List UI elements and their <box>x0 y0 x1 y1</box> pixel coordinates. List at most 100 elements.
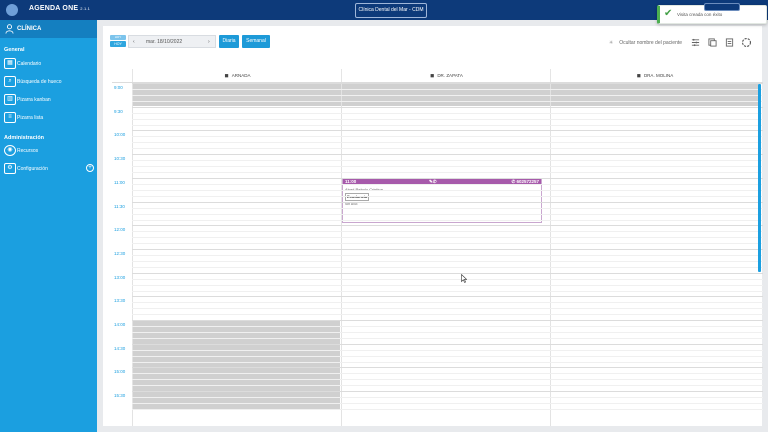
column-title: DRA. MOLINA <box>643 73 674 78</box>
column-title: ARNADA <box>231 73 251 78</box>
date-value: mar. 18/10/2022 <box>146 39 183 45</box>
sidebar-item-label: Pizarra lista <box>17 115 44 121</box>
date-picker[interactable]: ‹ mar. 18/10/2022 › <box>128 35 216 48</box>
refresh-icon[interactable] <box>741 37 752 48</box>
expand-icon[interactable]: + <box>86 164 94 172</box>
sidebar-item-pizarra-lista[interactable]: ≡ Pizarra lista <box>3 111 95 125</box>
quarter-line <box>132 136 763 137</box>
quarter-line <box>132 261 763 262</box>
today-label: HOY <box>110 35 126 40</box>
quarter-line <box>132 379 763 380</box>
calendar-card: HOY HOY ‹ mar. 18/10/2022 › Diaria Seman… <box>103 26 763 426</box>
section-title-general: General <box>4 47 25 53</box>
toggle-icon: ✳ <box>609 40 614 46</box>
hour-line <box>132 296 763 297</box>
daily-view-button[interactable]: Diaria <box>219 35 239 48</box>
hour-line <box>132 249 763 250</box>
hour-line <box>132 391 763 392</box>
quarter-line <box>132 279 763 280</box>
hour-line <box>132 83 763 84</box>
sidebar-header[interactable]: CLÍNICA <box>0 20 97 38</box>
quarter-line <box>132 231 763 232</box>
time-label: 9:30 <box>114 109 123 114</box>
hour-line <box>132 367 763 368</box>
hour-line <box>132 130 763 131</box>
quarter-line <box>132 190 763 191</box>
time-label: 14:30 <box>114 346 126 351</box>
time-label: 11:30 <box>114 204 125 209</box>
time-label: 12:00 <box>114 227 126 232</box>
weekly-view-button[interactable]: Semanal <box>242 35 270 48</box>
time-label: 11:00 <box>114 180 125 185</box>
hour-line <box>132 225 763 226</box>
doctor-icon: ◼ <box>430 73 435 79</box>
quarter-line <box>132 409 763 410</box>
quarter-line <box>132 113 763 114</box>
hour-line <box>132 344 763 345</box>
settings-icon: ⚙ <box>4 163 16 174</box>
doctor-icon: ◼ <box>636 73 641 79</box>
app-title: AGENDA ONE 2.1.1 <box>29 5 91 12</box>
quarter-line <box>132 314 763 315</box>
today-button[interactable]: HOY HOY <box>110 35 126 48</box>
quarter-line <box>132 196 763 197</box>
quarter-line <box>132 356 763 357</box>
time-label: 13:30 <box>114 298 126 303</box>
quarter-line <box>132 373 763 374</box>
print-icon[interactable] <box>725 38 734 47</box>
time-label: 14:00 <box>114 322 126 327</box>
quarter-line <box>132 166 763 167</box>
quarter-line <box>132 125 763 126</box>
quarter-line <box>132 243 763 244</box>
prev-day-button[interactable]: ‹ <box>133 39 135 45</box>
time-grid[interactable]: 11:00 ✎✆ ✆ 602572257 Abad Rebolo Cristin… <box>112 82 763 426</box>
quarter-line <box>132 208 763 209</box>
quarter-line <box>132 220 763 221</box>
app-logo[interactable] <box>6 4 18 16</box>
sidebar-item-busqueda-hueco[interactable]: ⌕ Búsqueda de hueco <box>3 75 95 89</box>
column-title: DR. ZAPATA <box>437 73 463 78</box>
quarter-line <box>132 101 763 102</box>
quarter-line <box>132 160 763 161</box>
hour-line <box>132 107 763 108</box>
quarter-line <box>132 95 763 96</box>
user-menu-button[interactable] <box>704 3 740 11</box>
vertical-scrollbar[interactable] <box>758 84 761 272</box>
top-bar: AGENDA ONE 2.1.1 Clínica Dental del Mar -… <box>0 0 768 20</box>
sidebar-header-label: CLÍNICA <box>17 26 42 32</box>
column-header-arnada: ◼ ARNADA <box>132 69 342 82</box>
time-label: 10:00 <box>114 132 126 137</box>
today-label-bottom: HOY <box>110 41 126 47</box>
quarter-line <box>132 142 763 143</box>
sidebar-item-label: Pizarra kanban <box>17 97 51 103</box>
time-label: 12:30 <box>114 251 126 256</box>
hide-patient-toggle[interactable]: ✳ Ocultar nombre del paciente <box>609 40 682 46</box>
sidebar-item-calendario[interactable]: ▦ Calendario <box>3 57 95 71</box>
quarter-line <box>132 326 763 327</box>
toast-message: Visita creada con éxito <box>677 12 723 17</box>
quarter-line <box>132 148 763 149</box>
doctor-icon: ◼ <box>224 73 229 79</box>
quarter-line <box>132 338 763 339</box>
hide-patient-label: Ocultar nombre del paciente <box>619 40 683 46</box>
sidebar-item-recursos[interactable]: ◉ Recursos <box>3 144 95 158</box>
treatment-tag: Exodoncia <box>345 193 370 201</box>
sidebar-item-label: Calendario <box>17 61 42 67</box>
sidebar-item-label: Recursos <box>17 148 39 154</box>
quarter-line <box>132 308 763 309</box>
quarter-line <box>132 285 763 286</box>
clinic-selector[interactable]: Clínica Dental del Mar - CDM <box>355 3 427 18</box>
sidebar-item-configuracion[interactable]: ⚙ Configuración + <box>3 162 95 176</box>
quarter-line <box>132 362 763 363</box>
quarter-line <box>132 291 763 292</box>
calendar-grid: ◼ ARNADA ◼ DR. ZAPATA ◼ DRA. MOLINA 11:00 ✎… <box>112 69 763 426</box>
time-label: 9:00 <box>114 85 123 90</box>
quarter-line <box>132 237 763 238</box>
next-day-button[interactable]: › <box>208 39 210 45</box>
column-header-molina: ◼ DRA. MOLINA <box>550 69 759 82</box>
quarter-line <box>132 332 763 333</box>
sidebar-item-pizarra-kanban[interactable]: ▥ Pizarra kanban <box>3 93 95 107</box>
filter-list-icon[interactable] <box>691 38 700 47</box>
copy-icon[interactable] <box>708 38 717 47</box>
mouse-cursor-icon <box>461 274 467 283</box>
